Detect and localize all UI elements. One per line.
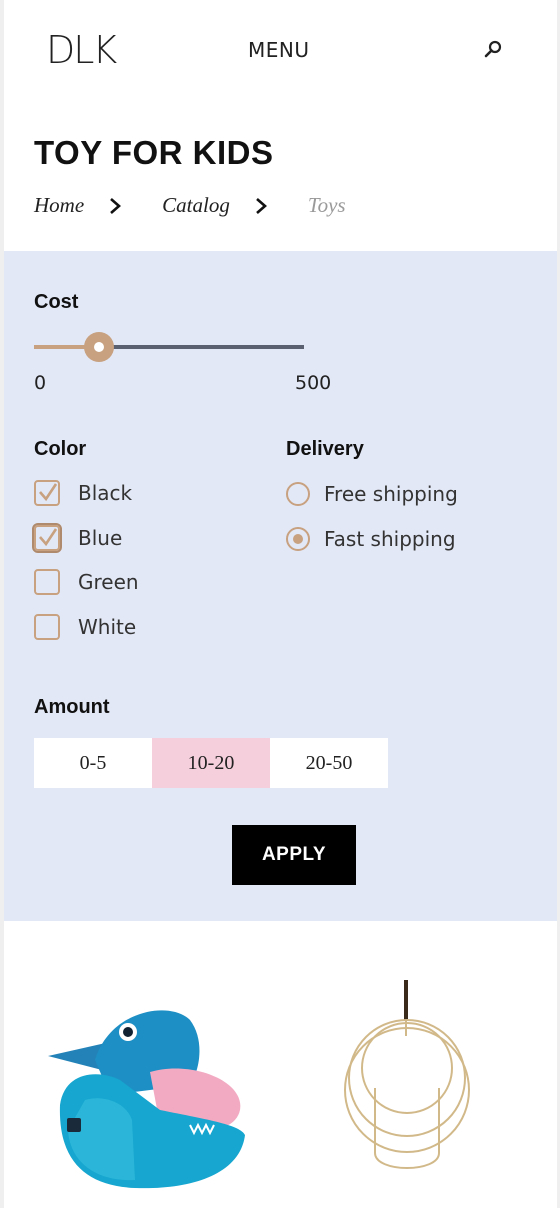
apply-button[interactable]: APPLY <box>232 825 356 885</box>
color-option-black[interactable]: Black <box>34 480 132 506</box>
delivery-option-free[interactable]: Free shipping <box>286 482 458 506</box>
checkmark-icon <box>39 483 58 502</box>
breadcrumb-catalog[interactable]: Catalog <box>162 193 230 218</box>
color-label: Color <box>34 438 87 460</box>
amount-option-20-50[interactable]: 20-50 <box>270 738 388 788</box>
amount-option-0-5[interactable]: 0-5 <box>34 738 152 788</box>
breadcrumb: Home Catalog Toys <box>34 193 346 218</box>
cost-slider[interactable] <box>34 332 306 362</box>
checkbox-green[interactable] <box>34 569 60 595</box>
delivery-option-fast[interactable]: Fast shipping <box>286 527 456 551</box>
color-option-label: Green <box>78 570 139 594</box>
amount-label: Amount <box>34 696 110 718</box>
slider-handle[interactable] <box>83 332 114 362</box>
breadcrumb-current: Toys <box>307 193 346 217</box>
breadcrumb-home[interactable]: Home <box>34 193 84 218</box>
shark-bean-bag-image[interactable] <box>40 1000 250 1190</box>
search-icon[interactable] <box>482 38 504 60</box>
color-option-label: Blue <box>78 526 123 550</box>
amount-option-10-20[interactable]: 10-20 <box>152 738 270 788</box>
delivery-option-label: Free shipping <box>324 482 458 506</box>
chevron-right-icon <box>110 197 122 214</box>
color-option-blue[interactable]: Blue <box>32 523 123 553</box>
cost-min-label: 0 <box>34 372 47 394</box>
radio-free-shipping[interactable] <box>286 482 310 506</box>
page-title: TOY FOR KIDS <box>34 134 274 171</box>
menu-button[interactable]: MENU <box>248 38 310 62</box>
logo[interactable]: DLK <box>46 28 117 72</box>
chevron-right-icon <box>255 197 267 214</box>
checkbox-black[interactable] <box>34 480 60 506</box>
gold-ring-ornament-image[interactable] <box>335 978 480 1198</box>
checkmark-icon <box>39 528 58 547</box>
checkbox-white[interactable] <box>34 614 60 640</box>
radio-fast-shipping[interactable] <box>286 527 310 551</box>
cost-label: Cost <box>34 291 79 313</box>
delivery-option-label: Fast shipping <box>324 527 456 551</box>
cost-max-label: 500 <box>295 372 332 394</box>
color-option-label: White <box>78 615 137 639</box>
color-option-label: Black <box>78 481 133 505</box>
page: DLK MENU TOY FOR KIDS Home Catalog Toys … <box>0 0 560 1208</box>
amount-selector: 0-5 10-20 20-50 <box>34 738 388 788</box>
color-option-white[interactable]: White <box>34 614 136 640</box>
color-option-green[interactable]: Green <box>34 569 139 595</box>
delivery-label: Delivery <box>286 438 364 460</box>
checkbox-blue[interactable] <box>32 523 62 553</box>
